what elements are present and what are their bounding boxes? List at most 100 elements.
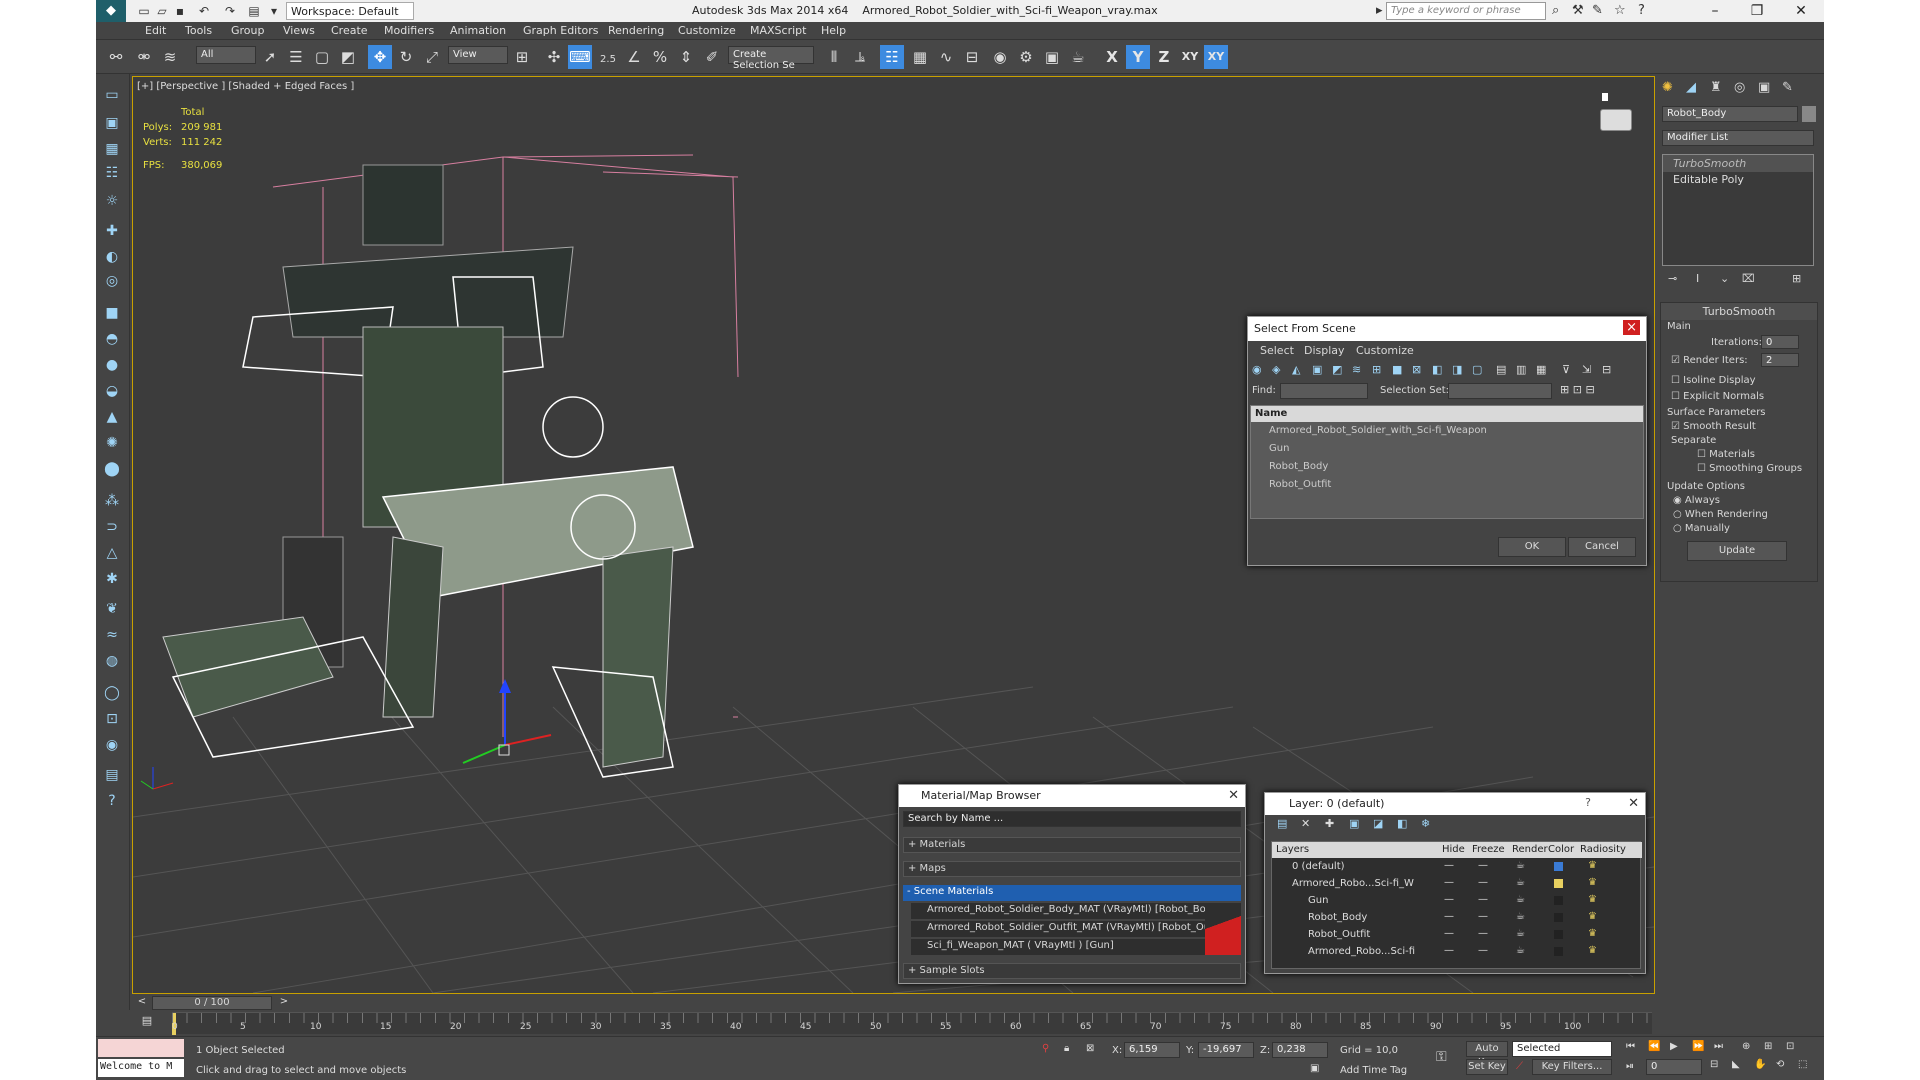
hide-toggle[interactable]: —: [1444, 911, 1454, 922]
layer-row[interactable]: Armored_Robo...Sci-fi_W — — ☕ ♛: [1272, 876, 1642, 893]
material-editor-icon[interactable]: ◉: [988, 45, 1012, 69]
group-materials[interactable]: + Materials: [903, 837, 1241, 853]
col-render[interactable]: Render: [1512, 844, 1548, 855]
plant-icon[interactable]: ❦: [101, 598, 123, 620]
stack-item-editable-poly[interactable]: Editable Poly: [1663, 172, 1813, 187]
render-region-icon[interactable]: ⊡: [101, 708, 123, 730]
named-selection-set-dropdown[interactable]: Create Selection Se: [728, 46, 814, 71]
x-coord-field[interactable]: 6,159: [1124, 1042, 1180, 1058]
object-color-swatch[interactable]: [1802, 106, 1816, 122]
col-radiosity[interactable]: Radiosity: [1580, 844, 1626, 855]
maximize-viewport-icon[interactable]: ⬚: [1798, 1059, 1807, 1070]
select-scale-icon[interactable]: ⤢: [420, 45, 444, 69]
angle-snap-icon[interactable]: ∠: [622, 45, 646, 69]
isolate-icon[interactable]: ⚲: [1042, 1043, 1049, 1054]
set-key-button[interactable]: Set Key: [1466, 1059, 1508, 1075]
play-icon[interactable]: ▶: [1670, 1041, 1678, 1052]
camera-icon[interactable]: ◐: [101, 246, 123, 268]
workspace-dropdown[interactable]: Workspace: Default: [286, 2, 414, 20]
modify-tab-icon[interactable]: ◢: [1686, 80, 1696, 95]
remove-from-set-icon[interactable]: ⊟: [1585, 383, 1594, 396]
zoom-extents-icon[interactable]: ⊡: [1786, 1041, 1794, 1052]
hide-toggle[interactable]: —: [1444, 860, 1454, 871]
layer-row[interactable]: Robot_Outfit — — ☕ ♛: [1272, 927, 1642, 944]
select-manipulate-icon[interactable]: ✣: [542, 45, 566, 69]
menu-edit[interactable]: Edit: [145, 24, 166, 37]
time-slider[interactable]: 0 / 100: [152, 996, 272, 1010]
sun-icon[interactable]: ✺: [101, 432, 123, 454]
communication-icon[interactable]: ✎: [1592, 3, 1603, 18]
select-all-icon[interactable]: ▤: [1496, 363, 1506, 376]
orbit-icon[interactable]: ⟲: [1776, 1059, 1784, 1070]
group-scene-materials[interactable]: - Scene Materials: [903, 885, 1241, 901]
materials-checkbox[interactable]: ☐: [1697, 449, 1706, 460]
pin-stack-icon[interactable]: ⊸: [1668, 272, 1677, 285]
pan-icon[interactable]: ✋: [1754, 1059, 1766, 1070]
delete-layer-icon[interactable]: ✕: [1301, 817, 1310, 830]
hide-toggle[interactable]: —: [1444, 877, 1454, 888]
select-children-icon[interactable]: ⊟: [1602, 363, 1611, 376]
group-sample-slots[interactable]: + Sample Slots: [903, 963, 1241, 979]
radiosity-icon[interactable]: ♛: [1588, 860, 1597, 871]
freeze-all-icon[interactable]: ❄: [1421, 817, 1430, 830]
axis-xy-plane-toggle[interactable]: XY: [1204, 45, 1228, 69]
render-teapot-icon[interactable]: ☕: [1516, 877, 1525, 888]
hide-toggle[interactable]: —: [1444, 894, 1454, 905]
graphite-ribbon-icon[interactable]: ▦: [908, 45, 932, 69]
axis-z-toggle[interactable]: Z: [1152, 45, 1176, 69]
field-of-view-icon[interactable]: ◣: [1732, 1059, 1740, 1070]
minimize-button[interactable]: –: [1694, 0, 1736, 22]
hide-toggle[interactable]: —: [1444, 928, 1454, 939]
material-browser-close-icon[interactable]: ✕: [1228, 788, 1239, 803]
smooth-result-checkbox[interactable]: ☑: [1671, 421, 1680, 432]
layer-row[interactable]: 0 (default) — — ☕ ♛: [1272, 859, 1642, 876]
box-icon[interactable]: ■: [101, 302, 123, 324]
maximize-button[interactable]: ❐: [1736, 0, 1778, 22]
key-mode-dropdown[interactable]: Selected: [1512, 1041, 1612, 1057]
display-helpers-icon[interactable]: ◩: [1332, 363, 1342, 376]
move-gizmo[interactable]: [462, 679, 552, 764]
zoom-all-icon[interactable]: ⊞: [1764, 1041, 1772, 1052]
align-icon[interactable]: ⫡: [848, 45, 872, 69]
list-item[interactable]: Robot_Body: [1251, 458, 1643, 476]
freeze-toggle[interactable]: —: [1478, 911, 1488, 922]
search-input[interactable]: Type a keyword or phrase: [1386, 2, 1546, 20]
axis-xy-toggle[interactable]: XY: [1178, 45, 1202, 69]
key-filters-button[interactable]: Key Filters...: [1532, 1059, 1612, 1075]
pyramid-icon[interactable]: △: [101, 542, 123, 564]
iterations-spinner[interactable]: 0: [1761, 335, 1799, 349]
shape-icon[interactable]: ◒: [101, 380, 123, 402]
percent-snap-icon[interactable]: %: [648, 45, 672, 69]
render-teapot-icon[interactable]: ☕: [1516, 945, 1525, 956]
add-to-set-icon[interactable]: ⊡: [1573, 383, 1582, 396]
selection-lock-icon[interactable]: 🔒︎: [1064, 1043, 1069, 1054]
display-spacewarps-icon[interactable]: ≋: [1352, 363, 1361, 376]
configure-sets-icon[interactable]: ⊞: [1792, 272, 1801, 285]
time-slider-prev-icon[interactable]: <: [132, 996, 152, 1010]
menu-maxscript[interactable]: MAXScript: [750, 24, 806, 37]
freeze-toggle[interactable]: —: [1478, 860, 1488, 871]
layers-icon[interactable]: ▤: [101, 764, 123, 786]
layer-manager-close-icon[interactable]: ✕: [1628, 796, 1639, 811]
layer-color-swatch[interactable]: [1554, 879, 1563, 888]
menu-animation[interactable]: Animation: [450, 24, 506, 37]
add-to-layer-icon[interactable]: ✚: [1325, 817, 1334, 830]
current-frame-field[interactable]: 0: [1646, 1059, 1702, 1075]
select-from-scene-close-icon[interactable]: ×: [1623, 320, 1640, 335]
viewcube[interactable]: [1588, 93, 1644, 133]
selection-set-dropdown[interactable]: [1448, 383, 1552, 399]
radiosity-icon[interactable]: ♛: [1588, 877, 1597, 888]
radiosity-icon[interactable]: ♛: [1588, 945, 1597, 956]
maxscript-mini-listener[interactable]: Welcome to M: [98, 1059, 184, 1077]
layer-color-swatch[interactable]: [1554, 913, 1563, 922]
radiosity-icon[interactable]: ♛: [1588, 894, 1597, 905]
menu-group[interactable]: Group: [231, 24, 265, 37]
spinner-snap-icon[interactable]: ⇕: [674, 45, 698, 69]
select-move-icon[interactable]: ✥: [368, 45, 392, 69]
grid-icon[interactable]: ▦: [101, 138, 123, 160]
particle-icon[interactable]: ⁂: [101, 490, 123, 512]
bind-spacewarp-icon[interactable]: ≋: [158, 45, 182, 69]
previous-frame-icon[interactable]: ⏪: [1648, 1041, 1660, 1052]
sync-selection-icon[interactable]: ⊽: [1562, 363, 1570, 376]
layer-row[interactable]: Armored_Robo...Sci-fi — — ☕ ♛: [1272, 944, 1642, 961]
